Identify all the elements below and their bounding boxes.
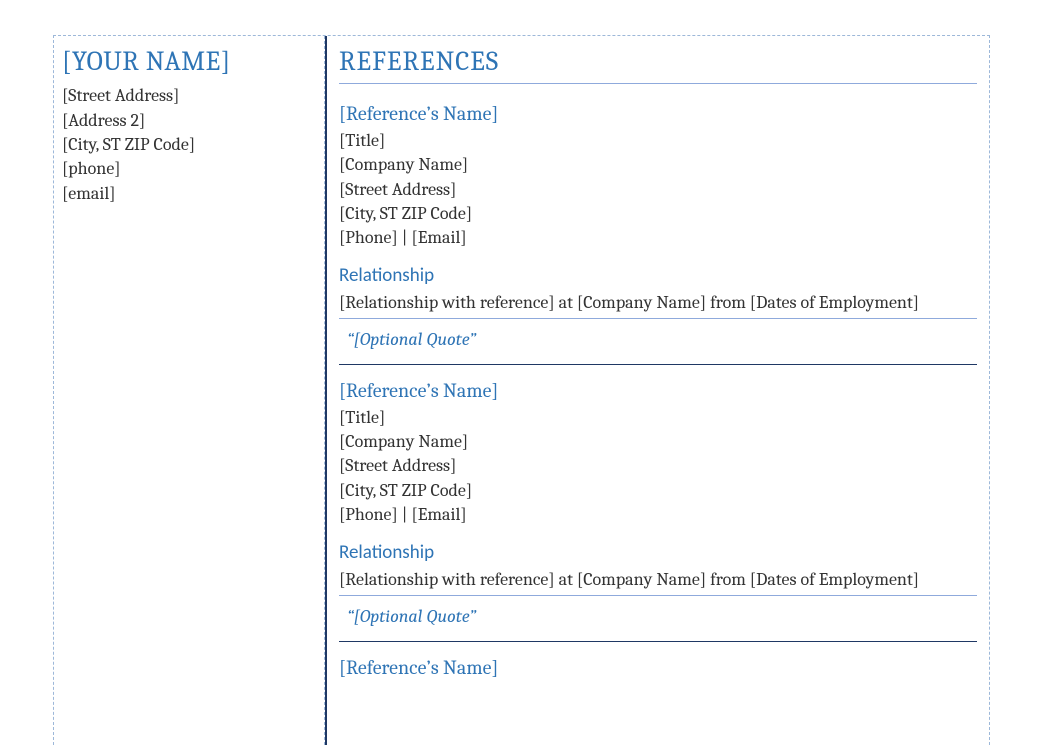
reference-citystzip[interactable]: [City, ST ZIP Code] xyxy=(339,202,977,226)
title-rule xyxy=(339,83,977,84)
reference-phone-email[interactable]: [Phone] | [Email] xyxy=(339,226,977,250)
optional-quote[interactable]: “[Optional Quote” xyxy=(339,329,977,350)
quote-rule xyxy=(339,318,977,319)
reference-title[interactable]: [Title] xyxy=(339,406,977,430)
relationship-text[interactable]: [Relationship with reference] at [Compan… xyxy=(339,291,977,315)
reference-citystzip[interactable]: [City, ST ZIP Code] xyxy=(339,479,977,503)
reference-name[interactable]: [Reference’s Name] xyxy=(339,102,977,125)
your-name[interactable]: [YOUR NAME] xyxy=(62,46,316,78)
reference-name[interactable]: [Reference’s Name] xyxy=(339,656,977,679)
relationship-heading: Relationship xyxy=(339,541,977,564)
contact-phone[interactable]: [phone] xyxy=(62,157,316,181)
references-title: REFERENCES xyxy=(339,46,977,77)
reference-name[interactable]: [Reference’s Name] xyxy=(339,379,977,402)
reference-phone-email[interactable]: [Phone] | [Email] xyxy=(339,503,977,527)
reference-street[interactable]: [Street Address] xyxy=(339,454,977,478)
reference-block: [Reference’s Name] [Title] [Company Name… xyxy=(339,102,977,350)
sidebar: [YOUR NAME] [Street Address] [Address 2]… xyxy=(54,36,325,745)
block-separator xyxy=(339,364,977,365)
reference-company[interactable]: [Company Name] xyxy=(339,153,977,177)
relationship-text[interactable]: [Relationship with reference] at [Compan… xyxy=(339,568,977,592)
relationship-heading: Relationship xyxy=(339,264,977,287)
reference-block: [Reference’s Name] xyxy=(339,656,977,679)
block-separator xyxy=(339,641,977,642)
reference-title[interactable]: [Title] xyxy=(339,129,977,153)
contact-email[interactable]: [email] xyxy=(62,182,316,206)
reference-block: [Reference’s Name] [Title] [Company Name… xyxy=(339,379,977,627)
reference-company[interactable]: [Company Name] xyxy=(339,430,977,454)
optional-quote[interactable]: “[Optional Quote” xyxy=(339,606,977,627)
contact-address2[interactable]: [Address 2] xyxy=(62,109,316,133)
reference-street[interactable]: [Street Address] xyxy=(339,178,977,202)
contact-citystzip[interactable]: [City, ST ZIP Code] xyxy=(62,133,316,157)
main-column: REFERENCES [Reference’s Name] [Title] [C… xyxy=(325,36,989,745)
page-frame: [YOUR NAME] [Street Address] [Address 2]… xyxy=(53,35,990,745)
quote-rule xyxy=(339,595,977,596)
contact-street[interactable]: [Street Address] xyxy=(62,84,316,108)
